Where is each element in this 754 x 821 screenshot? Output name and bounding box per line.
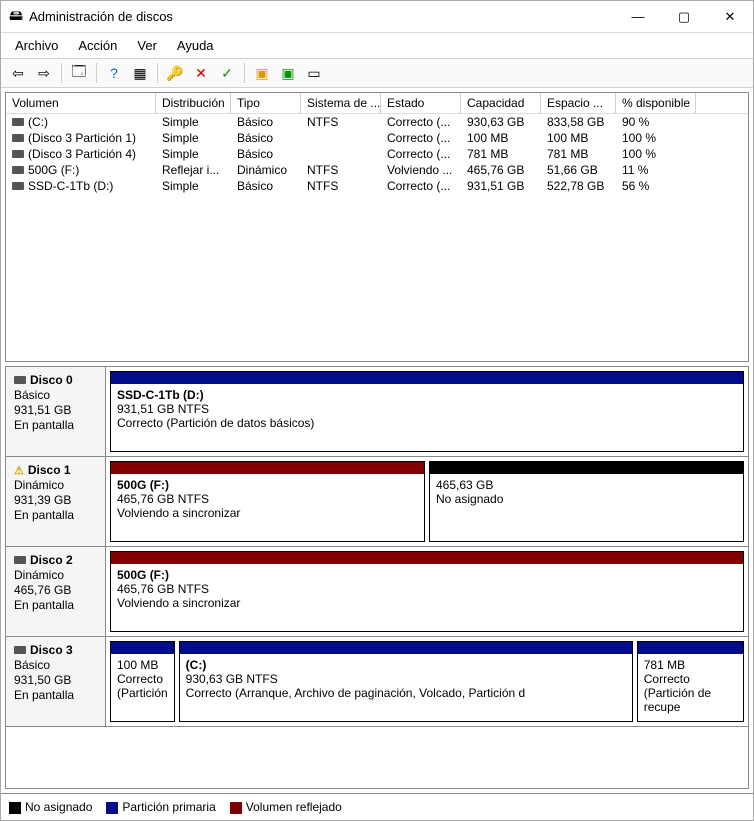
partition-color-bar — [111, 372, 743, 384]
panel-button[interactable]: ▦ — [129, 62, 151, 84]
legend-mirror: Volumen reflejado — [230, 800, 342, 814]
back-button[interactable]: ⇦ — [7, 62, 29, 84]
volume-icon — [12, 134, 24, 142]
warning-icon: ⚠ — [14, 464, 24, 477]
col-percent[interactable]: % disponible — [616, 93, 696, 113]
disk-row: Disco 0Básico931,51 GBEn pantallaSSD-C-1… — [6, 367, 748, 457]
partition-color-bar — [111, 552, 743, 564]
forward-button[interactable]: ⇨ — [33, 62, 55, 84]
volume-row[interactable]: (C:)SimpleBásicoNTFSCorrecto (...930,63 … — [6, 114, 748, 130]
partition[interactable]: 781 MBCorrecto (Partición de recupe — [637, 641, 744, 722]
volume-row[interactable]: 500G (F:)Reflejar i...DinámicoNTFSVolvie… — [6, 162, 748, 178]
volume-list-header: Volumen Distribución Tipo Sistema de ...… — [6, 93, 748, 114]
disk-management-window: 🖴 Administración de discos — ▢ ✕ Archivo… — [0, 0, 754, 821]
disk-info[interactable]: ⚠ Disco 1Dinámico931,39 GBEn pantalla — [6, 457, 106, 546]
separator — [157, 63, 158, 83]
disk-info[interactable]: Disco 2Dinámico465,76 GBEn pantalla — [6, 547, 106, 636]
disk-row: Disco 2Dinámico465,76 GBEn pantalla500G … — [6, 547, 748, 637]
volume-icon — [12, 182, 24, 190]
separator — [244, 63, 245, 83]
col-type[interactable]: Tipo — [231, 93, 301, 113]
disk-info[interactable]: Disco 3Básico931,50 GBEn pantalla — [6, 637, 106, 726]
volume-row[interactable]: (Disco 3 Partición 1)SimpleBásicoCorrect… — [6, 130, 748, 146]
window-title: Administración de discos — [29, 9, 615, 24]
toolbar: ⇦ ⇨ 🗔 ? ▦ 🔑 ✕ ✓ ▣ ▣ ▭ — [1, 59, 753, 88]
menu-archivo[interactable]: Archivo — [5, 35, 68, 56]
partition-color-bar — [111, 462, 424, 474]
volume-list: Volumen Distribución Tipo Sistema de ...… — [5, 92, 749, 362]
separator — [61, 63, 62, 83]
partition[interactable]: (C:)930,63 GB NTFSCorrecto (Arranque, Ar… — [179, 641, 633, 722]
disk-info[interactable]: Disco 0Básico931,51 GBEn pantalla — [6, 367, 106, 456]
volume-icon — [12, 118, 24, 126]
col-volume[interactable]: Volumen — [6, 93, 156, 113]
col-filesystem[interactable]: Sistema de ... — [301, 93, 381, 113]
volume-icon — [12, 166, 24, 174]
volume-row[interactable]: (Disco 3 Partición 4)SimpleBásicoCorrect… — [6, 146, 748, 162]
minimize-button[interactable]: — — [615, 1, 661, 33]
col-state[interactable]: Estado — [381, 93, 461, 113]
disk-row: Disco 3Básico931,50 GBEn pantalla100 MBC… — [6, 637, 748, 727]
volume-icon — [12, 150, 24, 158]
legend-primary: Partición primaria — [106, 800, 215, 814]
delete-button[interactable]: ✕ — [190, 62, 212, 84]
menu-ayuda[interactable]: Ayuda — [167, 35, 224, 56]
check-button[interactable]: ✓ — [216, 62, 238, 84]
graphical-view: Disco 0Básico931,51 GBEn pantallaSSD-C-1… — [5, 366, 749, 789]
maximize-button[interactable]: ▢ — [661, 1, 707, 33]
menubar: Archivo Acción Ver Ayuda — [1, 33, 753, 59]
separator — [96, 63, 97, 83]
col-capacity[interactable]: Capacidad — [461, 93, 541, 113]
action1-button[interactable]: ▣ — [251, 62, 273, 84]
partition-color-bar — [430, 462, 743, 474]
legend-unallocated: No asignado — [9, 800, 92, 814]
view-button[interactable]: 🗔 — [68, 62, 90, 84]
close-button[interactable]: ✕ — [707, 1, 753, 33]
partition[interactable]: 465,63 GBNo asignado — [429, 461, 744, 542]
action2-button[interactable]: ▣ — [277, 62, 299, 84]
legend: No asignado Partición primaria Volumen r… — [1, 793, 753, 820]
disk-icon — [14, 646, 26, 654]
app-icon: 🖴 — [9, 5, 23, 29]
volume-list-body: (C:)SimpleBásicoNTFSCorrecto (...930,63 … — [6, 114, 748, 361]
partition-color-bar — [111, 642, 174, 654]
volume-row[interactable]: SSD-C-1Tb (D:)SimpleBásicoNTFSCorrecto (… — [6, 178, 748, 194]
col-distribution[interactable]: Distribución — [156, 93, 231, 113]
partition[interactable]: 500G (F:)465,76 GB NTFSVolviendo a sincr… — [110, 551, 744, 632]
properties-button[interactable]: 🔑 — [164, 62, 186, 84]
partition-color-bar — [180, 642, 632, 654]
partition[interactable]: 500G (F:)465,76 GB NTFSVolviendo a sincr… — [110, 461, 425, 542]
titlebar[interactable]: 🖴 Administración de discos — ▢ ✕ — [1, 1, 753, 33]
partition[interactable]: 100 MBCorrecto (Partición — [110, 641, 175, 722]
partition[interactable]: SSD-C-1Tb (D:)931,51 GB NTFSCorrecto (Pa… — [110, 371, 744, 452]
disk-icon — [14, 556, 26, 564]
action3-button[interactable]: ▭ — [303, 62, 325, 84]
col-free[interactable]: Espacio ... — [541, 93, 616, 113]
menu-accion[interactable]: Acción — [68, 35, 127, 56]
menu-ver[interactable]: Ver — [127, 35, 167, 56]
disk-icon — [14, 376, 26, 384]
disk-row: ⚠ Disco 1Dinámico931,39 GBEn pantalla500… — [6, 457, 748, 547]
partition-color-bar — [638, 642, 743, 654]
help-button[interactable]: ? — [103, 62, 125, 84]
